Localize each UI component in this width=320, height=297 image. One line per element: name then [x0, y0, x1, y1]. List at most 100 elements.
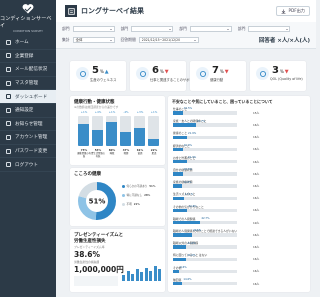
health-bar-fill	[106, 122, 117, 146]
health-bar-track	[92, 116, 103, 146]
logo[interactable]: コンディションサーベイ CONDITION SURVEY	[0, 0, 56, 36]
presenteeism-mini-bar	[158, 269, 161, 281]
concern-bar-track	[173, 208, 237, 213]
presenteeism-mini-bar	[149, 270, 152, 281]
download-icon	[281, 9, 286, 14]
concern-count: 16人	[253, 257, 260, 262]
trend-arrow-icon: ▼	[224, 69, 229, 75]
concern-pct: 21.0%	[187, 241, 196, 245]
concern-bar-track	[173, 172, 237, 176]
kpi-number: 7	[212, 65, 219, 76]
trend-arrow-icon: ▼	[164, 69, 169, 75]
concern-pct: 15.3%	[183, 144, 193, 147]
mental-legend-item: 何らかの不調あり 51%	[122, 184, 155, 188]
concern-bar-fill	[173, 172, 183, 176]
loss-value: 1,000,000円	[74, 265, 124, 274]
legend-label: 特に不調なし	[126, 194, 143, 197]
concern-bar-fill	[173, 208, 188, 213]
health-bar-fill	[78, 124, 89, 146]
health-bar-fill	[148, 139, 159, 146]
sidebar-item-6[interactable]: お知らせ管理	[0, 118, 56, 132]
health-bar-track	[148, 116, 159, 146]
smile-icon	[256, 67, 269, 80]
department-select-2[interactable]	[131, 26, 174, 32]
health-delta: +1%	[150, 110, 158, 114]
sidebar-item-3[interactable]: マスタ管理	[0, 77, 56, 91]
concern-bar-fill	[173, 135, 188, 139]
sidebar-item-1[interactable]: 企業登録	[0, 50, 56, 64]
sidebar-item-label: お知らせ管理	[15, 121, 43, 127]
health-bar-fill	[134, 127, 145, 146]
department-select-4[interactable]	[248, 26, 291, 32]
sidebar-item-0[interactable]: ホーム	[0, 36, 56, 50]
concern-count: 19人	[253, 220, 260, 225]
concern-count: 16人	[253, 269, 260, 274]
period-label: 回答期間	[120, 37, 136, 42]
concern-bar-fill	[173, 111, 183, 115]
health-bar-track	[120, 116, 131, 146]
kpi-value: 7%▼	[212, 65, 229, 76]
concern-bar-fill	[173, 196, 184, 200]
bell-icon	[6, 107, 11, 113]
sidebar-item-label: 企業登録	[15, 53, 34, 59]
department-select-3[interactable]	[189, 26, 232, 32]
concern-bar-track	[173, 123, 237, 127]
sidebar-item-label: ダッシュボード	[15, 94, 48, 100]
sidebar-item-label: 通知設定	[15, 108, 34, 114]
legend-swatch	[122, 184, 125, 188]
key-icon	[6, 148, 11, 154]
mental-legend-item: 特に不調なし 28%	[122, 193, 150, 197]
donut-center-value: 51%	[89, 198, 106, 206]
presenteeism-mini-bar	[144, 267, 148, 281]
sidebar-item-5[interactable]: 通知設定	[0, 104, 56, 118]
department-label-2: 部門	[120, 26, 129, 31]
pdf-export-label: PDF出力	[288, 8, 305, 13]
concern-pct: 42.7%	[201, 217, 210, 221]
page-title: ロングサーベイ結果	[81, 7, 144, 15]
aggregation-select[interactable]: 全体	[72, 37, 115, 43]
concern-count: 16人	[253, 147, 260, 152]
presenteeism-mini-bar	[126, 270, 130, 281]
concern-bar-fill	[173, 147, 183, 152]
legend-value: 28%	[144, 193, 151, 197]
legend-label: 不明	[126, 203, 132, 206]
mental-donut-chart: 51%	[78, 182, 116, 220]
sidebar-item-2[interactable]: メール配信状況	[0, 63, 56, 77]
concern-bar-track	[173, 245, 237, 249]
period-select[interactable]: 2021/12/15~2021/12/20	[138, 37, 199, 43]
sidebar-item-4[interactable]: ダッシュボード	[0, 90, 56, 104]
concerns-card: 不安なことや気にしていること、困っていることについて 仕事のこと 15.5% 15人…	[168, 96, 310, 292]
heart-logo-icon	[22, 3, 34, 13]
sidebar-item-8[interactable]: パスワード変更	[0, 145, 56, 159]
legend-value: 51%	[149, 184, 156, 188]
legend-label: 何らかの不調あり	[126, 185, 148, 188]
concern-bar-fill	[173, 123, 196, 127]
mental-legend-item: 不明 21%	[122, 202, 140, 206]
concern-count: 16人	[253, 281, 260, 286]
concern-bar-fill	[173, 257, 187, 261]
sidebar-item-label: パスワード変更	[15, 149, 48, 155]
presenteeism-mini-bar	[140, 272, 143, 281]
pdf-export-button[interactable]: PDF出力	[276, 6, 310, 16]
sidebar-item-7[interactable]: アカウント管理	[0, 131, 56, 145]
concern-bar-track	[173, 111, 237, 115]
concern-bar-track	[173, 233, 237, 237]
health-bar-track	[134, 116, 145, 146]
concern-bar-fill	[173, 245, 187, 249]
department-select-1[interactable]	[72, 26, 115, 32]
kpi-unit: %	[279, 69, 284, 74]
concern-count: 15人	[253, 110, 260, 115]
building-icon	[6, 53, 11, 59]
sidebar: コンディションサーベイ CONDITION SURVEY ホーム企業登録メール配…	[0, 0, 56, 297]
kpi-number: 5	[92, 65, 99, 76]
dashboard-icon	[6, 94, 11, 100]
department-label-1: 部門	[62, 26, 70, 31]
concern-pct: 9.6%	[180, 266, 187, 269]
sidebar-item-label: マスタ管理	[15, 81, 38, 87]
sidebar-item-9[interactable]: ログアウト	[0, 158, 56, 172]
mail-icon	[6, 66, 11, 72]
respondent-count: 回答者 ×人/×人(人)	[258, 38, 310, 44]
concern-pct: 14.6%	[183, 180, 192, 184]
kpi-card-1: 6%▼ 仕事と関連することのサポート	[130, 61, 196, 91]
concern-count: 16人	[253, 171, 260, 176]
